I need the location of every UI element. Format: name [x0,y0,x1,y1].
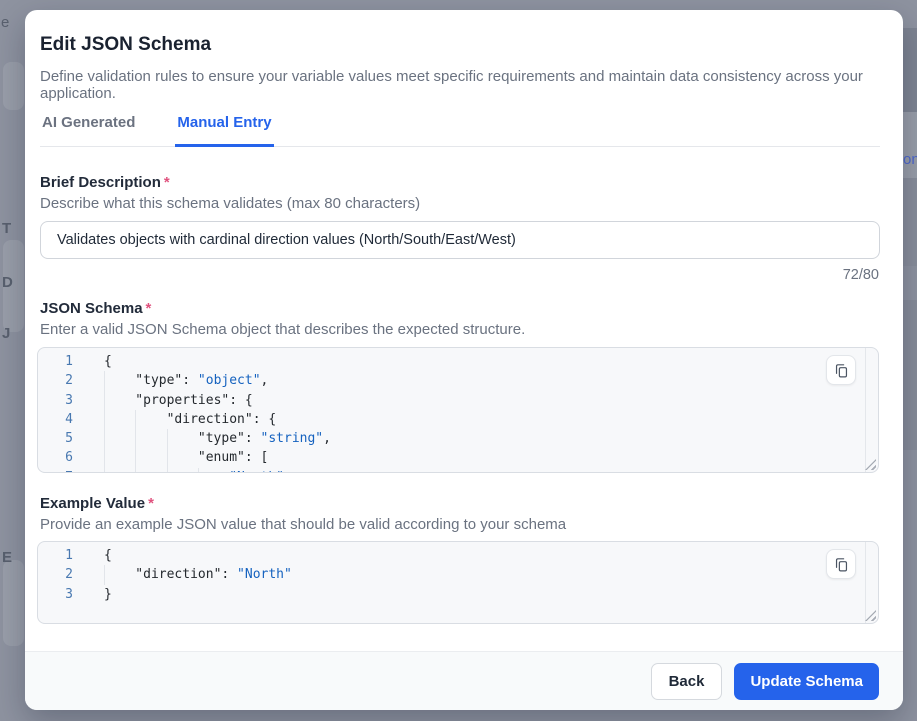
backdrop-text-fragment: D [2,274,13,291]
back-button[interactable]: Back [651,663,723,700]
copy-icon [833,556,850,573]
example-value-helper: Provide an example JSON value that shoul… [40,516,566,533]
update-schema-button[interactable]: Update Schema [734,663,879,700]
code-content: 1{2"type": "object",3"properties": {4"di… [38,348,878,473]
backdrop-link-fragment: on [903,151,917,168]
code-line: 6"enum": [ [38,448,878,467]
example-value-label: Example Value* [40,495,154,512]
backdrop-field-ghost [3,62,24,110]
edit-json-schema-dialog: Edit JSON Schema Define validation rules… [25,10,903,710]
required-marker: * [164,174,170,191]
code-line: 2"type": "object", [38,371,878,390]
required-marker: * [148,495,154,512]
code-line: 3} [38,585,878,604]
backdrop-text-fragment: J [2,325,10,342]
code-line: 7"North", [38,468,878,473]
char-counter: 72/80 [843,267,879,283]
code-line: 2"direction": "North" [38,565,878,584]
backdrop-text-fragment: T [2,220,11,237]
json-schema-editor[interactable]: 1{2"type": "object",3"properties": {4"di… [37,347,879,473]
code-line: 1{ [38,546,878,565]
tab-manual-entry[interactable]: Manual Entry [175,108,273,147]
tab-bar: AI Generated Manual Entry [40,108,880,147]
backdrop-band [903,178,917,266]
code-content: 1{2"direction": "North"3} [38,542,878,604]
json-schema-helper: Enter a valid JSON Schema object that de… [40,321,525,338]
code-line: 1{ [38,352,878,371]
label-text: JSON Schema [40,300,143,317]
example-value-editor[interactable]: 1{2"direction": "North"3} [37,541,879,624]
code-line: 3"properties": { [38,391,878,410]
screen: e T D J E on Edit JSON Schema Define val… [0,0,917,721]
code-line: 4"direction": { [38,410,878,429]
tab-ai-generated[interactable]: AI Generated [40,108,137,146]
dialog-title: Edit JSON Schema [40,34,211,56]
scrollbar-gutter [865,348,866,472]
brief-description-helper: Describe what this schema validates (max… [40,195,420,212]
backdrop-band [903,300,917,450]
backdrop-text-fragment: E [2,549,12,566]
brief-description-input[interactable] [40,221,880,259]
label-text: Brief Description [40,174,161,191]
json-schema-label: JSON Schema* [40,300,151,317]
dialog-footer: Back Update Schema [25,651,903,710]
copy-schema-button[interactable] [826,355,856,385]
copy-example-button[interactable] [826,549,856,579]
label-text: Example Value [40,495,145,512]
backdrop-field-ghost [3,560,24,646]
dialog-subtitle: Define validation rules to ensure your v… [40,68,880,102]
copy-icon [833,362,850,379]
resize-handle[interactable] [865,610,876,621]
backdrop-band [903,112,917,178]
required-marker: * [146,300,152,317]
brief-description-label: Brief Description* [40,174,170,191]
scrollbar-gutter [865,542,866,623]
code-line: 5"type": "string", [38,429,878,448]
backdrop-band [903,28,917,112]
backdrop-text-fragment: e [1,14,9,31]
